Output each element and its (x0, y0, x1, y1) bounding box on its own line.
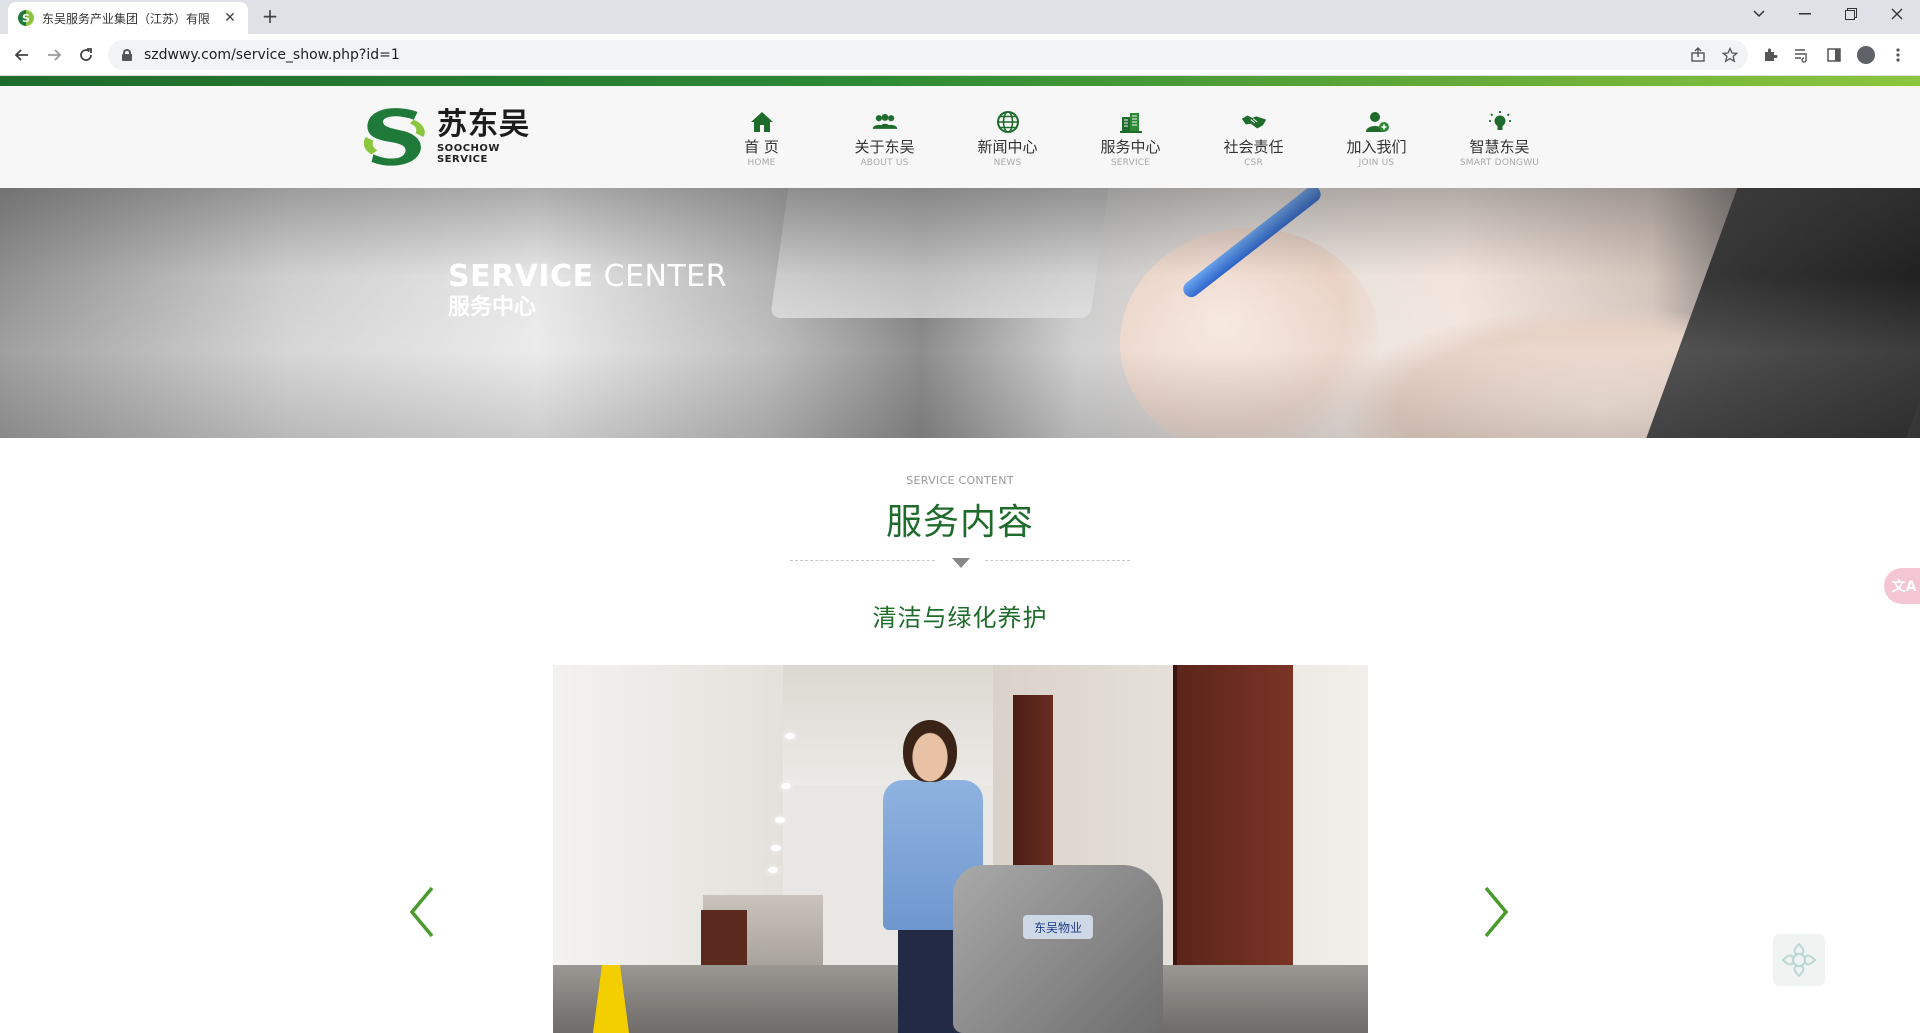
nav-item-smart[interactable]: 智慧东吴 SMART DONGWU (1438, 86, 1561, 188)
star-icon (1722, 47, 1738, 63)
carousel-next-button[interactable] (1476, 882, 1516, 942)
nav-label-en: NEWS (993, 158, 1022, 168)
caret-down-icon (952, 558, 970, 568)
logo-name-cn: 苏东吴 (436, 107, 530, 142)
logo-text: 苏东吴 SOOCHOW SERVICE (437, 107, 550, 165)
nav-label-en: HOME (747, 158, 776, 168)
playlist-icon (1795, 49, 1807, 63)
restore-button[interactable] (1828, 0, 1874, 28)
nav-item-csr[interactable]: 社会责任 CSR (1192, 86, 1315, 188)
banner-title-en-rest: CENTER (593, 259, 728, 294)
flower-icon (1781, 942, 1817, 978)
globe-icon (995, 110, 1021, 134)
home-icon (749, 110, 775, 134)
close-icon (1891, 8, 1903, 20)
nav-label-cn: 加入我们 (1346, 138, 1407, 156)
browser-tab[interactable]: S 东吴服务产业集团（江苏）有限 ✕ (8, 2, 248, 34)
address-bar[interactable]: szdwwy.com/service_show.php?id=1 (108, 40, 1748, 70)
translate-button[interactable]: 文A (1884, 568, 1920, 604)
reload-button[interactable] (74, 43, 98, 67)
nav-label-cn: 智慧东吴 (1469, 138, 1530, 156)
chevron-left-icon (409, 886, 434, 938)
nav-label-en: SMART DONGWU (1459, 158, 1540, 168)
arrow-left-icon (14, 49, 28, 61)
floating-chat-widget[interactable] (1773, 934, 1825, 986)
logo-s-icon (363, 108, 425, 166)
people-icon (872, 110, 898, 134)
tab-search-button[interactable] (1736, 0, 1782, 28)
nav-label-en: SERVICE (1110, 158, 1151, 168)
site-header: 苏东吴 SOOCHOW SERVICE 首 页 HOME 关于东吴 ABOUT … (0, 86, 1920, 188)
nav-label-cn: 首 页 (744, 138, 779, 156)
chevron-right-icon (1484, 886, 1509, 938)
forward-button[interactable] (42, 43, 66, 67)
side-panel-button[interactable] (1822, 43, 1846, 67)
nav-label-cn: 服务中心 (1100, 138, 1161, 156)
arrow-right-icon (48, 49, 62, 61)
close-window-button[interactable] (1874, 0, 1920, 28)
profile-button[interactable] (1854, 43, 1878, 67)
translate-icon: 文A (1891, 579, 1917, 595)
tab-close-button[interactable]: ✕ (222, 10, 238, 26)
nav-item-home[interactable]: 首 页 HOME (700, 86, 823, 188)
side-panel-icon (1827, 48, 1841, 62)
section-label-en: SERVICE CONTENT (906, 474, 1014, 487)
nav-label-cn: 新闻中心 (977, 138, 1038, 156)
banner-title: SERVICE CENTER 服务中心 (448, 260, 727, 322)
section-title-cn: 服务内容 (885, 502, 1034, 543)
worker-image (903, 720, 957, 782)
logo-name-en: SOOCHOW SERVICE (436, 143, 500, 165)
nav-label-cn: 关于东吴 (854, 138, 915, 156)
minimize-icon (1799, 13, 1811, 15)
handshake-icon (1241, 110, 1267, 134)
chevron-down-icon (1753, 10, 1765, 18)
nav-label-en: ABOUT US (860, 158, 909, 168)
minimize-button[interactable] (1782, 0, 1828, 28)
nav-item-news[interactable]: 新闻中心 NEWS (946, 86, 1069, 188)
menu-button[interactable] (1886, 43, 1910, 67)
service-subtitle: 清洁与绿化养护 (872, 604, 1048, 632)
header-top-stripe (0, 76, 1920, 86)
main-nav: 首 页 HOME 关于东吴 ABOUT US 新闻中心 NEWS 服务中心 SE… (700, 86, 1561, 188)
new-tab-button[interactable]: + (258, 5, 282, 29)
carousel-prev-button[interactable] (402, 882, 442, 942)
nav-label-cn: 社会责任 (1223, 138, 1284, 156)
site-favicon-icon: S (18, 10, 34, 26)
machine-brand-label: 东吴物业 (1023, 915, 1093, 939)
nav-item-about[interactable]: 关于东吴 ABOUT US (823, 86, 946, 188)
lock-icon[interactable] (122, 49, 132, 61)
nav-label-en: JOIN US (1358, 158, 1395, 168)
floor-scrubber-image (953, 865, 1163, 1033)
section-heading: SERVICE CONTENT 服务内容 (0, 474, 1920, 545)
share-icon (1691, 47, 1705, 62)
add-user-icon (1364, 110, 1390, 134)
restore-icon (1845, 8, 1857, 20)
browser-toolbar: szdwwy.com/service_show.php?id=1 (0, 34, 1920, 76)
site-logo[interactable]: 苏东吴 SOOCHOW SERVICE (360, 101, 550, 171)
back-button[interactable] (10, 43, 34, 67)
avatar (1857, 46, 1875, 64)
tab-title: 东吴服务产业集团（江苏）有限 (42, 11, 211, 26)
bookmark-button[interactable] (1718, 43, 1742, 67)
reload-icon (80, 48, 92, 61)
share-button[interactable] (1686, 43, 1710, 67)
reading-list-button[interactable] (1790, 43, 1814, 67)
nav-label-en: CSR (1244, 158, 1263, 168)
service-center-banner: SERVICE CENTER 服务中心 (0, 188, 1920, 438)
banner-title-cn: 服务中心 (448, 295, 537, 320)
lightbulb-icon (1487, 110, 1513, 134)
nav-item-join[interactable]: 加入我们 JOIN US (1315, 86, 1438, 188)
url-text[interactable]: szdwwy.com/service_show.php?id=1 (144, 47, 400, 63)
more-vertical-icon (1896, 48, 1900, 62)
nav-item-service[interactable]: 服务中心 SERVICE (1069, 86, 1192, 188)
browser-tab-bar: S 东吴服务产业集团（江苏）有限 ✕ + (0, 0, 1920, 34)
building-icon (1118, 110, 1144, 134)
section-divider (790, 558, 1130, 570)
extensions-button[interactable] (1758, 43, 1782, 67)
banner-title-en-bold: SERVICE (448, 259, 594, 294)
service-photo: 东吴物业 (553, 665, 1368, 1033)
puzzle-icon (1765, 48, 1778, 61)
